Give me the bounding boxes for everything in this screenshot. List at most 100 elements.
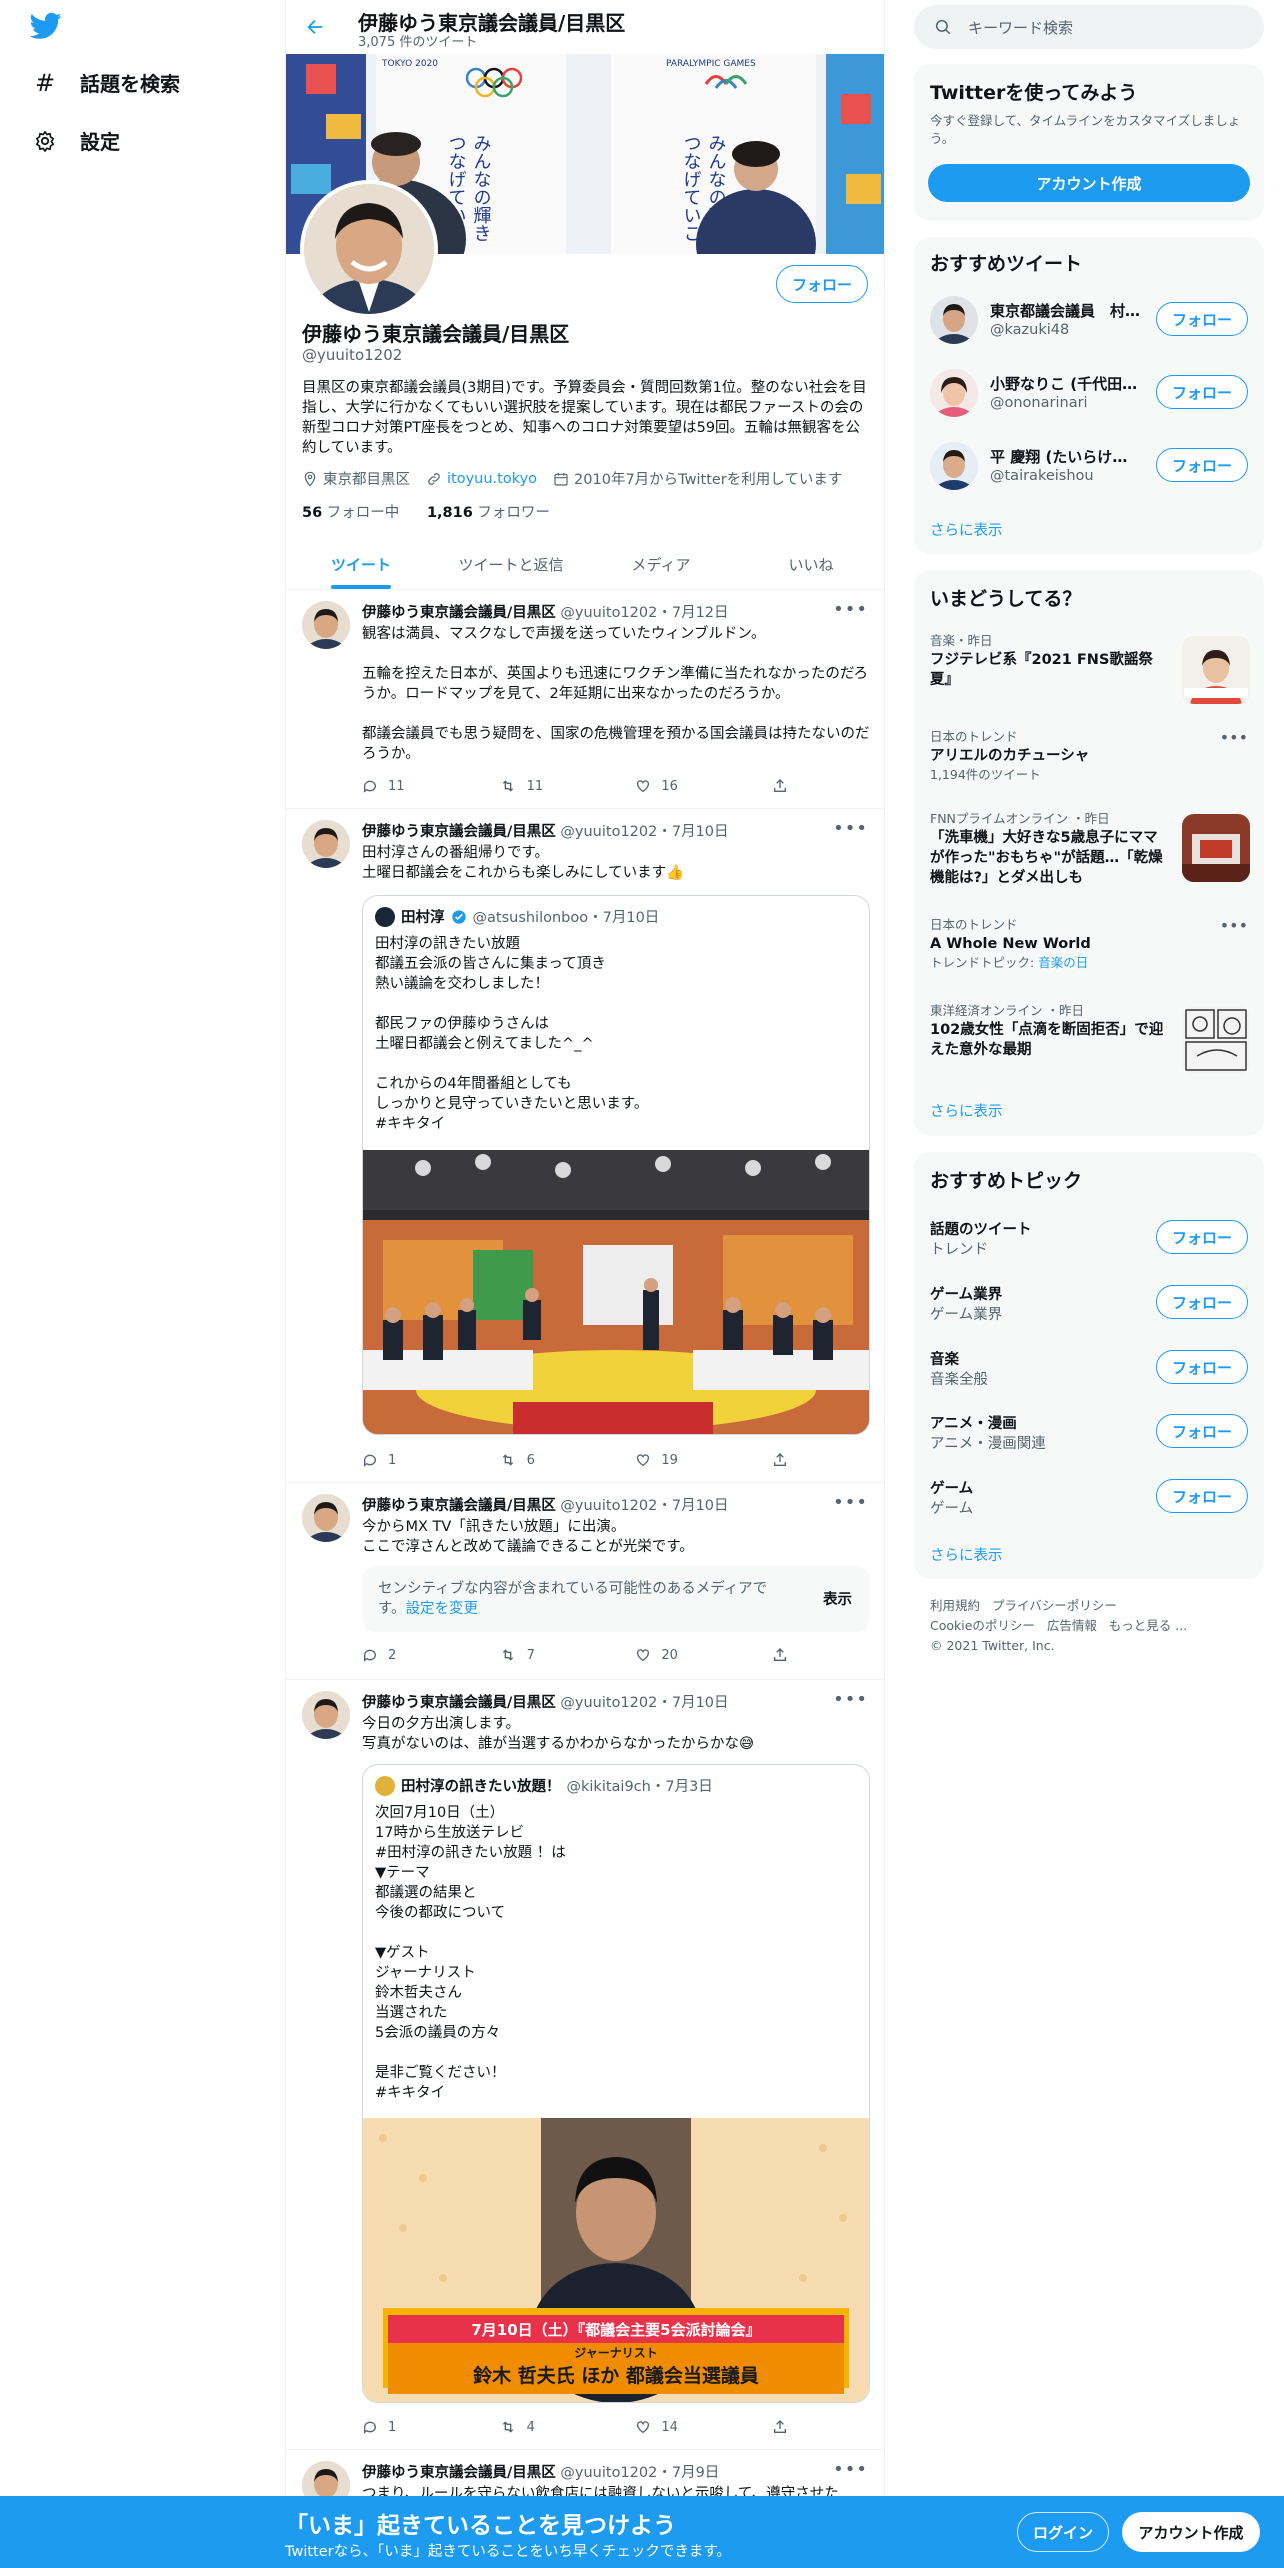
reply-button[interactable]: 1	[362, 2419, 462, 2435]
footer-link-more[interactable]: もっと見る ...	[1109, 1618, 1187, 1633]
follow-button[interactable]: フォロー	[1156, 448, 1248, 482]
more-options-icon[interactable]: •••	[833, 1492, 868, 1513]
topic-name[interactable]: ゲーム業界	[930, 1283, 1002, 1304]
trend-topic-link[interactable]: 音楽の日	[1038, 955, 1088, 970]
follow-button[interactable]: フォロー	[1156, 1220, 1248, 1254]
topic-name[interactable]: 話題のツイート	[930, 1218, 1032, 1239]
tweet-avatar[interactable]	[302, 1691, 350, 1739]
follow-button[interactable]: フォロー	[1156, 1350, 1248, 1384]
like-button[interactable]: 19	[635, 1452, 735, 1468]
more-options-icon[interactable]: •••	[833, 818, 868, 839]
topic-name[interactable]: ゲーム	[930, 1477, 973, 1498]
more-options-icon[interactable]: •••	[1220, 916, 1248, 935]
retweet-button[interactable]: 7	[499, 1647, 599, 1663]
tweet-avatar[interactable]	[302, 820, 350, 868]
back-arrow-icon[interactable]	[304, 16, 326, 38]
tweet-avatar[interactable]	[302, 1494, 350, 1542]
tweet-text: 観客は満員、マスクなしで声援を送っていたウィンブルドン。 五輪を控えた日本が、英…	[362, 626, 870, 762]
nav-settings[interactable]: 設定	[34, 126, 120, 155]
topic-name[interactable]: アニメ・漫画	[930, 1412, 1017, 1433]
tab-media[interactable]: メディア	[586, 540, 736, 589]
reply-button[interactable]: 11	[362, 778, 462, 794]
tweet-author[interactable]: 伊藤ゆう東京議会議員/目黒区	[362, 1498, 556, 1514]
profile-avatar[interactable]	[300, 180, 438, 318]
share-icon[interactable]	[772, 1452, 792, 1468]
follow-button[interactable]: フォロー	[1156, 1414, 1248, 1448]
tweet[interactable]: 伊藤ゆう東京議会議員/目黒区 @yuuito1202・7月12日 ••• 観客は…	[286, 591, 884, 809]
tab-likes[interactable]: いいね	[736, 540, 884, 589]
signup-button[interactable]: アカウント作成	[1122, 2512, 1260, 2552]
tweet-avatar[interactable]	[302, 601, 350, 649]
login-button[interactable]: ログイン	[1017, 2512, 1109, 2552]
like-button[interactable]: 14	[635, 2419, 735, 2435]
retweet-button[interactable]: 11	[499, 778, 599, 794]
calendar-icon	[553, 471, 569, 487]
show-more-link[interactable]: さらに表示	[930, 519, 1003, 540]
share-icon[interactable]	[772, 1647, 792, 1663]
quote-tweet[interactable]: 田村淳 @atsushilonboo・7月10日 田村淳の訊きたい放題 都議五会…	[362, 895, 870, 1435]
trend-item[interactable]: 音楽・昨日 フジテレビ系『2021 FNS歌謡祭夏』	[930, 632, 1250, 712]
recommended-user[interactable]: 平 慶翔 (たいらけい… @tairakeishou フォロー	[930, 436, 1250, 496]
followers-link[interactable]: 1,816 フォロワー	[427, 505, 550, 521]
retweet-button[interactable]: 4	[499, 2419, 599, 2435]
change-settings-link[interactable]: 設定を変更	[406, 1601, 479, 1617]
trend-item[interactable]: FNNプライムオンライン ・昨日 「洗車機」大好きな5歳息子にママが作った"おも…	[930, 810, 1250, 900]
tweet[interactable]: 伊藤ゆう東京議会議員/目黒区 @yuuito1202・7月10日 ••• 今日の…	[286, 1681, 884, 2450]
tweet[interactable]: 伊藤ゆう東京議会議員/目黒区 @yuuito1202・7月10日 ••• 今から…	[286, 1484, 884, 1680]
tweet-author[interactable]: 伊藤ゆう東京議会議員/目黒区	[362, 824, 556, 840]
search-box[interactable]: キーワード検索	[914, 5, 1264, 49]
twitter-logo-icon[interactable]	[30, 12, 62, 40]
footer-link-privacy[interactable]: プライバシーポリシー	[992, 1598, 1117, 1613]
quote-image-studio[interactable]	[363, 1150, 869, 1434]
show-more-link[interactable]: さらに表示	[930, 1100, 1003, 1121]
more-options-icon[interactable]: •••	[1220, 728, 1248, 747]
more-options-icon[interactable]: •••	[833, 1689, 868, 1710]
quote-tweet[interactable]: 田村淳の訊きたい放題！ @kikitai9ch・7月3日 次回7月10日（土） …	[362, 1764, 870, 2403]
footer-link-terms[interactable]: 利用規約	[930, 1598, 980, 1613]
reply-button[interactable]: 1	[362, 1452, 462, 1468]
profile-url-link[interactable]: itoyuu.tokyo	[447, 471, 537, 487]
tweet-header: 伊藤ゆう東京議会議員/目黒区 @yuuito1202・7月10日	[362, 820, 729, 841]
recommended-user[interactable]: 東京都議会議員 村… @kazuki48 フォロー	[930, 290, 1250, 350]
share-icon[interactable]	[772, 778, 792, 794]
reply-button[interactable]: 2	[362, 1647, 462, 1663]
profile-follow-button[interactable]: フォロー	[776, 265, 868, 303]
like-button[interactable]: 20	[635, 1647, 735, 1663]
follow-button[interactable]: フォロー	[1156, 1285, 1248, 1319]
more-options-icon[interactable]: •••	[833, 2459, 868, 2480]
retweet-button[interactable]: 6	[499, 1452, 599, 1468]
more-options-icon[interactable]: •••	[833, 599, 868, 620]
tab-tweets[interactable]: ツイート	[286, 540, 436, 589]
trend-item[interactable]: ••• 日本のトレンド アリエルのカチューシャ 1,194件のツイート	[930, 728, 1250, 788]
recommended-user[interactable]: 小野なりこ (千代田… @ononarinari フォロー	[930, 363, 1250, 423]
follow-button[interactable]: フォロー	[1156, 302, 1248, 336]
nav-explore[interactable]: # 話題を検索	[34, 68, 180, 97]
share-icon[interactable]	[772, 2419, 792, 2435]
topic-name[interactable]: 音楽	[930, 1348, 959, 1369]
user-handle: @ononarinari	[990, 395, 1088, 411]
tweet-text: 田村淳さんの番組帰りです。 土曜日都議会をこれからも楽しみにしています👍	[362, 845, 685, 881]
tweet-author[interactable]: 伊藤ゆう東京議会議員/目黒区	[362, 605, 556, 621]
trend-item[interactable]: 東洋経済オンライン ・昨日 102歳女性「点滴を断固拒否」で迎えた意外な最期	[930, 1002, 1250, 1082]
tweet-author[interactable]: 伊藤ゆう東京議会議員/目黒区	[362, 2465, 556, 2481]
tweet-author[interactable]: 伊藤ゆう東京議会議員/目黒区	[362, 1695, 556, 1711]
tweet-header: 伊藤ゆう東京議会議員/目黒区 @yuuito1202・7月10日	[362, 1691, 729, 1712]
tweet-meta: @yuuito1202・7月12日	[560, 605, 729, 621]
quote-author: 田村淳	[401, 910, 445, 926]
search-input[interactable]: キーワード検索	[968, 17, 1073, 38]
quote-avatar	[375, 1775, 395, 1796]
trend-item[interactable]: ••• 日本のトレンド A Whole New World トレンドトピック: …	[930, 916, 1250, 976]
follow-button[interactable]: フォロー	[1156, 1479, 1248, 1513]
tweet[interactable]: 伊藤ゆう東京議会議員/目黒区 @yuuito1202・7月10日 ••• 田村淳…	[286, 810, 884, 1483]
like-button[interactable]: 16	[635, 778, 735, 794]
footer-link-cookies[interactable]: Cookieのポリシー	[930, 1618, 1035, 1633]
quote-avatar	[375, 906, 395, 927]
show-media-button[interactable]: 表示	[823, 1588, 852, 1609]
follow-button[interactable]: フォロー	[1156, 375, 1248, 409]
show-more-link[interactable]: さらに表示	[930, 1544, 1003, 1565]
quote-image-promo[interactable]: 7月10日（土）『都議会主要5会派討論会』 ジャーナリスト 鈴木 哲夫氏 ほか …	[363, 2118, 869, 2402]
footer-link-ads[interactable]: 広告情報	[1047, 1618, 1097, 1633]
following-link[interactable]: 56 フォロー中	[302, 505, 399, 521]
tab-tweets-replies[interactable]: ツイートと返信	[436, 540, 586, 589]
create-account-button[interactable]: アカウント作成	[928, 164, 1250, 202]
